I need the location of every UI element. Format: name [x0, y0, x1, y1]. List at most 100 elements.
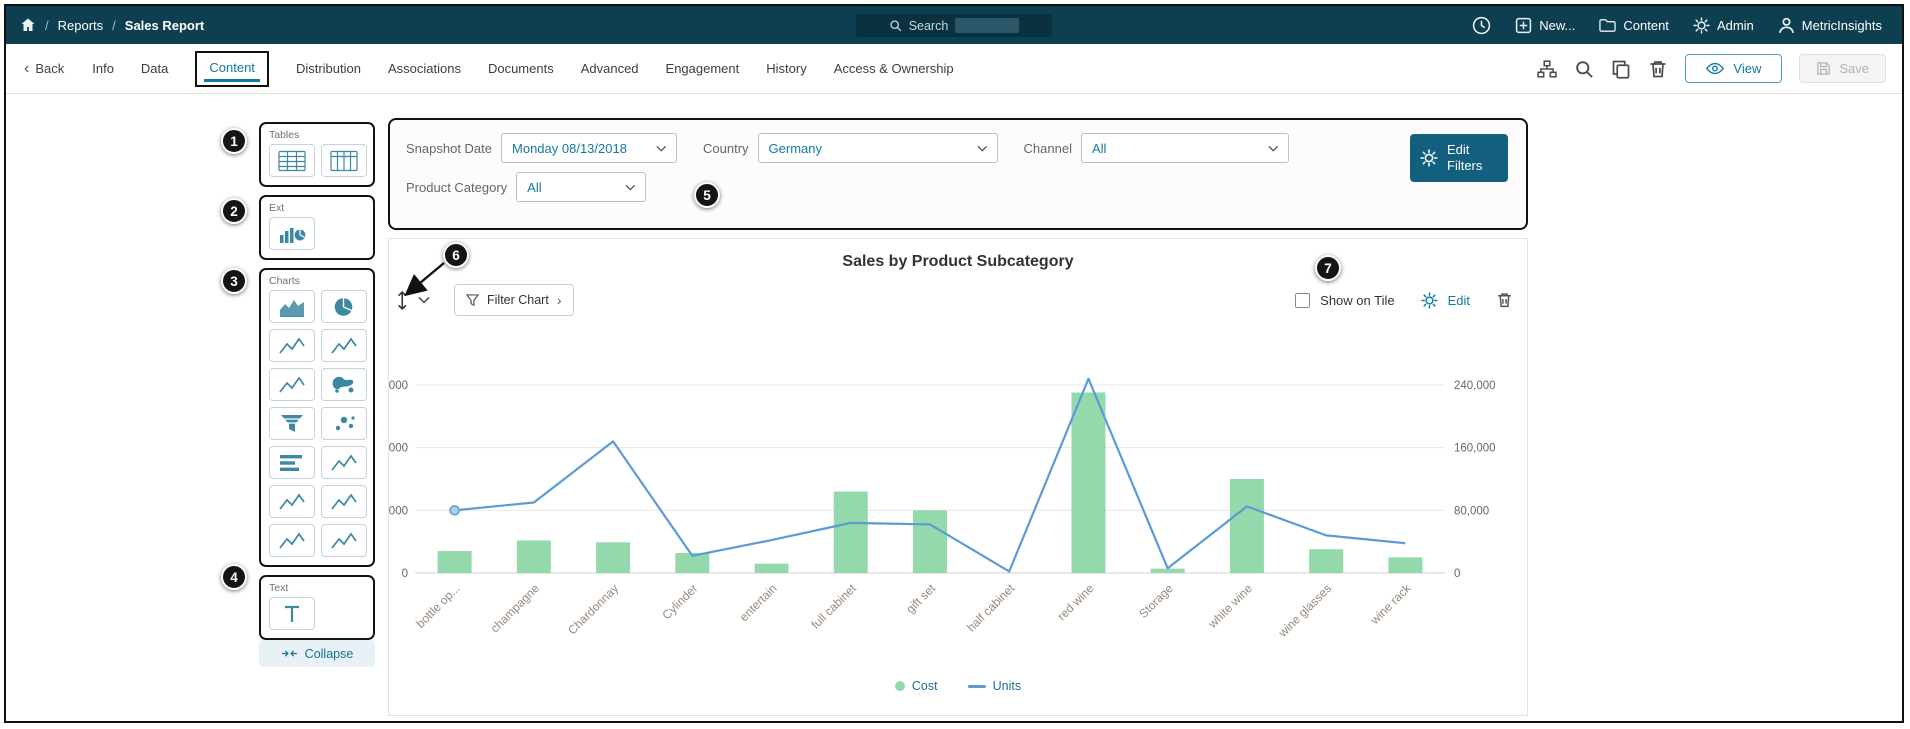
tab-access-ownership[interactable]: Access & Ownership — [834, 61, 954, 76]
svg-text:full cabinet: full cabinet — [808, 581, 859, 632]
legend-line-icon — [968, 685, 986, 688]
filter-select-snapshot-date[interactable]: Monday 08/13/2018 — [501, 133, 677, 163]
content-menu[interactable]: Content — [1599, 17, 1669, 34]
legend-item-cost[interactable]: Cost — [895, 679, 938, 693]
filter-value: Monday 08/13/2018 — [512, 141, 627, 156]
trash-icon[interactable] — [1496, 291, 1513, 309]
svg-text:wine glasses: wine glasses — [1275, 581, 1334, 640]
area-chart-icon[interactable] — [269, 290, 315, 323]
chevron-down-icon — [977, 145, 988, 152]
line-chart-icon[interactable] — [321, 446, 367, 479]
breadcrumb-separator: / — [112, 18, 116, 33]
breadcrumb-reports[interactable]: Reports — [58, 18, 104, 33]
new-menu[interactable]: New... — [1515, 17, 1575, 34]
floppy-save-icon — [1816, 61, 1831, 76]
tab-list: Info Data Content Distribution Associations D… — [92, 51, 953, 87]
line-chart-icon[interactable] — [269, 329, 315, 362]
collapse-arrows-icon — [281, 647, 298, 660]
global-search-input[interactable]: Search — [856, 14, 1052, 37]
edit-chart-button[interactable]: Edit — [1448, 293, 1470, 308]
search-icon — [889, 19, 902, 32]
map-chart-icon[interactable] — [321, 368, 367, 401]
filter-select-country[interactable]: Germany — [758, 133, 998, 163]
annotation-badge-7: 7 — [1315, 255, 1341, 281]
view-label: View — [1733, 61, 1761, 76]
svg-text:half cabinet: half cabinet — [964, 581, 1018, 635]
home-icon[interactable] — [20, 17, 36, 33]
palette-icon-grid — [269, 597, 365, 630]
tab-documents[interactable]: Documents — [488, 61, 554, 76]
show-on-tile-checkbox[interactable] — [1295, 293, 1310, 308]
tab-distribution[interactable]: Distribution — [296, 61, 361, 76]
funnel-icon — [466, 294, 479, 307]
filter-group-country: CountryGermany — [703, 133, 998, 163]
search-icon[interactable] — [1574, 59, 1594, 79]
svg-text:bottle op...: bottle op... — [413, 581, 463, 631]
duplicate-icon[interactable] — [1611, 59, 1631, 79]
tab-data[interactable]: Data — [141, 61, 168, 76]
search-input-area[interactable] — [955, 18, 1019, 33]
admin-menu[interactable]: Admin — [1693, 17, 1754, 34]
folder-icon — [1599, 17, 1616, 34]
history-clock-icon[interactable] — [1472, 16, 1491, 35]
filter-rows: Snapshot Date Monday 08/13/2018 CountryGer… — [406, 133, 1289, 202]
tab-advanced[interactable]: Advanced — [581, 61, 639, 76]
trash-icon[interactable] — [1648, 59, 1668, 79]
back-button[interactable]: ‹ Back — [6, 60, 64, 78]
legend-label: Cost — [912, 679, 938, 693]
combo-chart[interactable]: 3,000240,0002,000160,0001,00080,00000bot… — [389, 319, 1527, 675]
funnel-chart-icon[interactable] — [269, 407, 315, 440]
user-menu-label: MetricInsights — [1802, 18, 1882, 33]
filter-value: All — [527, 180, 541, 195]
chart-toolbar-right: Show on Tile Edit — [1295, 291, 1513, 309]
svg-text:Storage: Storage — [1136, 581, 1176, 621]
line-chart-icon[interactable] — [269, 485, 315, 518]
bar-list-icon[interactable] — [269, 446, 315, 479]
line-chart-icon[interactable] — [321, 485, 367, 518]
line-chart-icon[interactable] — [269, 524, 315, 557]
palette-section-ext: Ext — [259, 195, 375, 260]
gear-icon[interactable] — [1421, 292, 1438, 309]
svg-text:champagne: champagne — [488, 581, 542, 635]
filter-select-product-category[interactable]: All — [516, 172, 646, 202]
user-menu[interactable]: MetricInsights — [1778, 17, 1882, 34]
svg-text:0: 0 — [402, 568, 408, 580]
plus-square-icon — [1515, 17, 1532, 34]
filter-label-snapshot-date: Snapshot Date — [406, 141, 492, 156]
legend-item-units[interactable]: Units — [968, 679, 1021, 693]
svg-text:240,000: 240,000 — [1454, 380, 1496, 392]
lineage-sitemap-icon[interactable] — [1537, 59, 1557, 79]
filter-chart-button[interactable]: Filter Chart › — [454, 284, 574, 316]
search-placeholder: Search — [909, 19, 949, 33]
text-icon[interactable] — [269, 597, 315, 630]
tab-history[interactable]: History — [766, 61, 806, 76]
edit-filters-label: Edit Filters — [1447, 142, 1498, 175]
back-label: Back — [35, 61, 64, 76]
collapse-button[interactable]: Collapse — [259, 640, 375, 667]
tabbar: ‹ Back Info Data Content Distribution Associ… — [6, 44, 1902, 94]
filter-select-channel[interactable]: All — [1081, 133, 1289, 163]
pie-chart-icon[interactable] — [321, 290, 367, 323]
tab-content[interactable]: Content — [195, 51, 269, 87]
table-columns-icon[interactable] — [321, 144, 367, 177]
combo-chart-icon[interactable] — [269, 217, 315, 250]
svg-text:80,000: 80,000 — [1454, 505, 1489, 517]
scatter-chart-icon[interactable] — [321, 407, 367, 440]
line-chart-icon[interactable] — [321, 329, 367, 362]
element-palette: TablesExtChartsText — [259, 122, 381, 648]
view-button[interactable]: View — [1685, 54, 1782, 83]
palette-icon-grid — [269, 217, 365, 250]
line-chart-icon[interactable] — [269, 368, 315, 401]
table-grid-icon[interactable] — [269, 144, 315, 177]
annotation-badge-6: 6 — [443, 242, 469, 268]
svg-text:wine rack: wine rack — [1367, 581, 1414, 628]
edit-filters-button[interactable]: Edit Filters — [1410, 134, 1508, 182]
tab-info[interactable]: Info — [92, 61, 114, 76]
line-chart-icon[interactable] — [321, 524, 367, 557]
annotation-arrow — [396, 259, 452, 305]
save-button[interactable]: Save — [1799, 54, 1886, 83]
palette-icon-grid — [269, 144, 365, 177]
tab-associations[interactable]: Associations — [388, 61, 461, 76]
topbar-actions: New... Content Admin MetricInsights — [1472, 16, 1902, 35]
tab-engagement[interactable]: Engagement — [666, 61, 740, 76]
